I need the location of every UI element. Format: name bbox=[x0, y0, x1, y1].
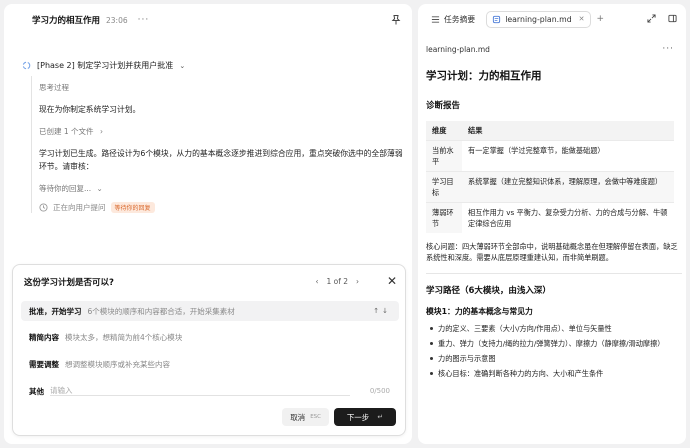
table-row: 薄弱环节 相互作用力 vs 平衡力、复杂受力分析、力的合成与分解、牛顿定律综合应… bbox=[426, 202, 674, 233]
chevron-down-icon: ⌄ bbox=[179, 61, 186, 70]
pager: ‹ 1 of 2 › bbox=[315, 277, 359, 286]
doc-title: 学习计划：力的相互作用 bbox=[426, 70, 542, 82]
other-label: 其他 bbox=[29, 386, 44, 396]
file-path-bar: learning-plan.md ··· bbox=[418, 40, 686, 58]
asking-label: 正在向用户提问 bbox=[53, 203, 106, 212]
table-cell: 有一定掌握（学过完整章节，能做基础题） bbox=[462, 140, 674, 172]
option-key: 需要调整 bbox=[29, 359, 59, 369]
thread: 思考过程 现在为你制定系统学习计划。 已创建 1 个文件 › 学习计划已生成。路… bbox=[31, 76, 407, 213]
option-adjust[interactable]: 需要调整 想调整模块顺序或补充某些内容 bbox=[21, 354, 399, 374]
next-button[interactable]: 下一步 ↵ bbox=[334, 408, 396, 426]
list-item: 重力、弹力（支持力/绳的拉力/弹簧弹力）、摩擦力（静摩擦/滑动摩擦） bbox=[426, 338, 682, 349]
created-files-label: 已创建 1 个文件 bbox=[39, 127, 94, 136]
module-title: 模块1：力的基本概念与常见力 bbox=[426, 307, 533, 316]
tab-file[interactable]: learning-plan.md ✕ bbox=[486, 10, 591, 28]
close-tab-icon[interactable]: ✕ bbox=[579, 15, 585, 23]
clock-icon bbox=[39, 203, 48, 212]
close-icon[interactable]: ✕ bbox=[387, 274, 397, 288]
next-icon[interactable]: › bbox=[356, 277, 359, 286]
option-simplify[interactable]: 精简内容 模块太多，想精简为前4个核心模块 bbox=[21, 327, 399, 347]
window-controls bbox=[647, 14, 677, 23]
option-key: 精简内容 bbox=[29, 332, 59, 342]
chevron-right-icon: › bbox=[99, 127, 103, 136]
option-desc: 模块太多，想精简为前4个核心模块 bbox=[65, 332, 183, 342]
assistant-message: 学习计划已生成。路径设计为6个模块，从力的基本概念逐步推进到综合应用，重点突破你… bbox=[39, 149, 403, 171]
file-pane: 任务摘要 learning-plan.md ✕ + learning-plan.… bbox=[418, 4, 686, 444]
list-item: 力的图示与示意图 bbox=[426, 353, 682, 364]
cancel-shortcut: ESC bbox=[310, 414, 321, 420]
add-tab-icon[interactable]: + bbox=[597, 14, 605, 24]
other-input[interactable] bbox=[50, 386, 350, 396]
cancel-label: 取消 bbox=[290, 412, 306, 422]
table-header-cell: 维度 bbox=[426, 121, 462, 141]
waiting-label: 等待你的回复... bbox=[39, 184, 92, 193]
section-title: 学习路径（6大模块，由浅入深） bbox=[426, 286, 551, 296]
chat-title: 学习力的相互作用 bbox=[32, 16, 101, 26]
table-row: 学习目标 系统掌握（建立完整知识体系，理解原理，会做中等难度题） bbox=[426, 171, 674, 203]
next-label: 下一步 bbox=[346, 412, 370, 422]
tab-summary-label: 任务摘要 bbox=[444, 14, 476, 24]
expand-icon[interactable] bbox=[647, 14, 656, 23]
tab-bar: 任务摘要 learning-plan.md ✕ + bbox=[418, 4, 686, 34]
assistant-message: 现在为你制定系统学习计划。 bbox=[39, 105, 141, 114]
chevron-down-icon: ⌄ bbox=[96, 184, 103, 193]
chat-time: 23:06 bbox=[106, 15, 128, 25]
table-row: 当前水平 有一定掌握（学过完整章节，能做基础题） bbox=[426, 140, 674, 172]
list-item: 核心目标：准确判断各种力的方向、大小和产生条件 bbox=[426, 368, 682, 379]
diagnosis-table: 维度 结果 当前水平 有一定掌握（学过完整章节，能做基础题） 学习目标 系统掌握… bbox=[426, 121, 674, 233]
table-cell: 薄弱环节 bbox=[426, 202, 462, 233]
pin-icon[interactable] bbox=[390, 14, 402, 26]
spinner-icon bbox=[22, 61, 31, 70]
question-card: 这份学习计划是否可以? ‹ 1 of 2 › ✕ 批准，开始学习 6个模块的顺序… bbox=[12, 264, 406, 436]
more-options-icon[interactable]: ··· bbox=[138, 15, 150, 25]
option-other: 其他 0/500 bbox=[21, 381, 399, 401]
table-cell: 系统掌握（建立完整知识体系，理解原理，会做中等难度题） bbox=[462, 171, 674, 203]
file-name: learning-plan.md bbox=[426, 44, 490, 54]
prev-icon[interactable]: ‹ bbox=[315, 277, 318, 286]
table-header-cell: 结果 bbox=[462, 121, 674, 141]
cancel-button[interactable]: 取消 ESC bbox=[282, 408, 329, 426]
option-key: 批准，开始学习 bbox=[29, 306, 82, 316]
arrow-keys-icon: ↑↓ bbox=[373, 307, 391, 315]
chat-pane: 学习力的相互作用 23:06 ··· [Phase 2] 制定学习计划并获用户批… bbox=[4, 4, 412, 444]
core-issue-text: 核心问题：四大薄弱环节全部命中，说明基础概念虽在但理解停留在表面，缺乏系统性和深… bbox=[426, 242, 678, 262]
thinking-toggle[interactable]: 思考过程 bbox=[39, 82, 407, 93]
table-header-row: 维度 结果 bbox=[426, 121, 674, 141]
markdown-document: 学习计划：力的相互作用 诊断报告 维度 结果 当前水平 有一定掌握（学过完整章节… bbox=[426, 68, 682, 444]
pager-label: 1 of 2 bbox=[326, 277, 348, 286]
created-files-toggle[interactable]: 已创建 1 个文件 › bbox=[39, 126, 407, 137]
waiting-toggle[interactable]: 等待你的回复... ⌄ bbox=[39, 183, 407, 194]
table-cell: 相互作用力 vs 平衡力、复杂受力分析、力的合成与分解、牛顿定律综合应用 bbox=[462, 202, 674, 233]
option-desc: 想调整模块顺序或补充某些内容 bbox=[65, 359, 170, 369]
list-item: 力的定义、三要素（大小/方向/作用点）、单位与矢量性 bbox=[426, 323, 682, 334]
tab-file-label: learning-plan.md bbox=[505, 14, 572, 24]
list-icon bbox=[431, 15, 440, 23]
option-desc: 6个模块的顺序和内容都合适，开始采集素材 bbox=[87, 306, 235, 316]
sidebar-toggle-icon[interactable] bbox=[668, 14, 677, 23]
question-text: 这份学习计划是否可以? bbox=[24, 278, 114, 288]
phase-step[interactable]: [Phase 2] 制定学习计划并获用户批准 ⌄ bbox=[22, 60, 185, 71]
divider bbox=[426, 273, 682, 274]
more-options-icon[interactable]: ··· bbox=[662, 44, 674, 54]
enter-shortcut: ↵ bbox=[377, 413, 384, 421]
file-icon bbox=[493, 15, 501, 23]
table-cell: 当前水平 bbox=[426, 140, 462, 172]
asking-status: 正在向用户提问 等待你的回复 bbox=[39, 202, 407, 213]
tab-summary[interactable]: 任务摘要 bbox=[426, 11, 480, 28]
table-cell: 学习目标 bbox=[426, 171, 462, 203]
module-list: 力的定义、三要素（大小/方向/作用点）、单位与矢量性 重力、弹力（支持力/绳的拉… bbox=[426, 323, 682, 379]
chat-header: 学习力的相互作用 23:06 ··· bbox=[4, 4, 412, 36]
char-counter: 0/500 bbox=[369, 387, 390, 395]
section-title: 诊断报告 bbox=[426, 101, 461, 111]
status-badge: 等待你的回复 bbox=[110, 202, 155, 213]
phase-label: [Phase 2] 制定学习计划并获用户批准 bbox=[37, 61, 174, 70]
option-approve[interactable]: 批准，开始学习 6个模块的顺序和内容都合适，开始采集素材 ↑↓ bbox=[21, 301, 399, 321]
